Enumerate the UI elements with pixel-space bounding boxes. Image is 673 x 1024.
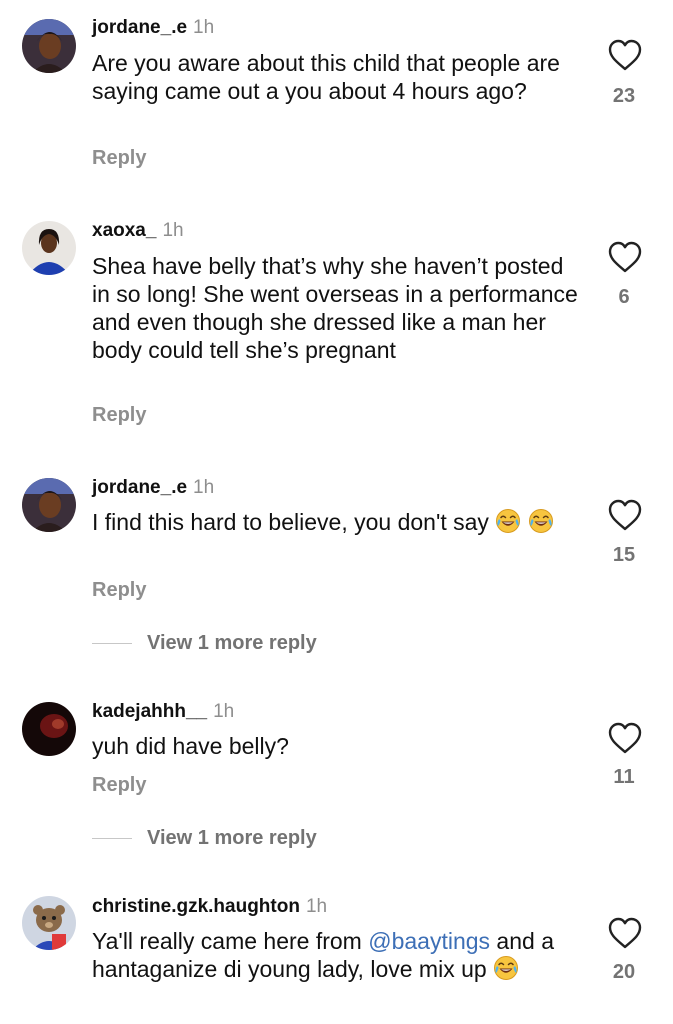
username[interactable]: jordane_.e xyxy=(92,477,187,498)
avatar[interactable] xyxy=(22,19,76,73)
username[interactable]: xaoxa_ xyxy=(92,220,156,241)
comment-meta: xaoxa_ 1h xyxy=(92,219,184,243)
face-with-tears-of-joy-icon xyxy=(493,955,519,981)
comment-meta: christine.gzk.haughton 1h xyxy=(92,895,327,919)
comment-text-before: Ya'll really came here from xyxy=(92,928,369,954)
like-count: 23 xyxy=(612,85,636,107)
timestamp: 1h xyxy=(193,477,215,498)
face-with-tears-of-joy-icon xyxy=(495,508,521,534)
timestamp: 1h xyxy=(162,220,184,241)
username[interactable]: jordane_.e xyxy=(92,17,187,38)
like-count: 15 xyxy=(612,544,636,566)
reply-button[interactable]: Reply xyxy=(92,403,146,427)
avatar[interactable] xyxy=(22,478,76,532)
reply-button[interactable]: Reply xyxy=(92,146,146,170)
heart-icon[interactable] xyxy=(607,38,643,72)
reply-button[interactable]: Reply xyxy=(92,578,146,602)
comment-text-content: I find this hard to believe, you don't s… xyxy=(92,509,489,535)
comment-text: yuh did have belly? xyxy=(92,733,289,759)
comment-text: Shea have belly that’s why she haven’t p… xyxy=(92,253,578,363)
heart-icon[interactable] xyxy=(607,498,643,532)
timestamp: 1h xyxy=(305,896,328,917)
avatar[interactable] xyxy=(22,221,76,275)
comment-text: Are you aware about this child that peop… xyxy=(92,50,560,104)
comment-meta: jordane_.e 1h xyxy=(92,16,214,40)
like-count: 6 xyxy=(618,286,630,308)
timestamp: 1h xyxy=(213,701,235,722)
reply-button[interactable]: Reply xyxy=(92,773,146,797)
view-more-replies-label[interactable]: View 1 more reply xyxy=(147,631,317,655)
username[interactable]: kadejahhh__ xyxy=(92,701,207,722)
avatar[interactable] xyxy=(22,702,76,756)
heart-icon[interactable] xyxy=(607,721,643,755)
like-count: 11 xyxy=(613,766,635,788)
comment-meta: jordane_.e 1h xyxy=(92,476,214,500)
avatar[interactable] xyxy=(22,896,76,950)
heart-icon[interactable] xyxy=(607,240,643,274)
divider xyxy=(92,838,132,839)
user-mention-link[interactable]: @baaytings xyxy=(368,928,490,954)
like-count: 20 xyxy=(612,961,636,983)
heart-icon[interactable] xyxy=(607,916,643,950)
divider xyxy=(92,643,132,644)
face-with-tears-of-joy-icon xyxy=(528,508,554,534)
view-more-replies-label[interactable]: View 1 more reply xyxy=(147,826,317,850)
username[interactable]: christine.gzk.haughton xyxy=(92,896,300,917)
comment-meta: kadejahhh__ 1h xyxy=(92,700,234,724)
comment-text: I find this hard to believe, you don't s… xyxy=(92,508,572,536)
timestamp: 1h xyxy=(193,17,215,38)
comment-text: Ya'll really came here from @baaytings a… xyxy=(92,927,572,983)
